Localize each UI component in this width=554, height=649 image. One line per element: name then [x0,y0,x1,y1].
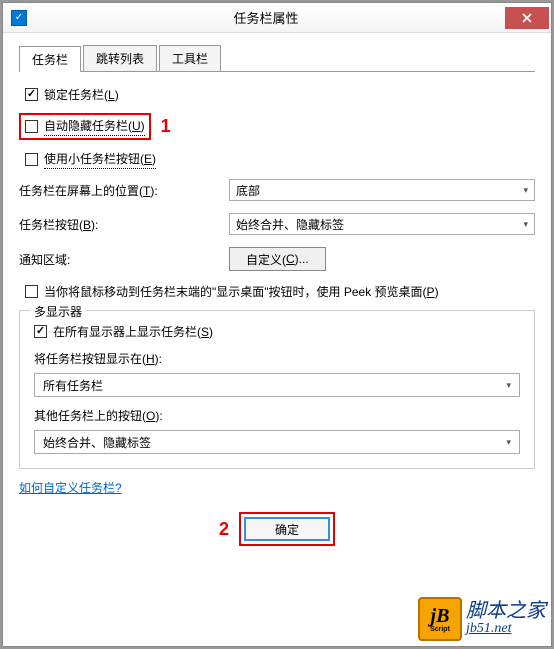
notify-row: 通知区域: 自定义(C)... [19,247,535,271]
annotation-box-1: 自动隐藏任务栏(U) [19,113,151,140]
peek-checkbox[interactable] [25,285,38,298]
tab-toolbars[interactable]: 工具栏 [159,45,221,71]
other-value: 始终合并、隐藏标签 [43,434,151,451]
small-buttons-row: 使用小任务栏按钮(E) [25,150,535,169]
watermark-url: jb51.net [466,621,546,637]
titlebar: ✓ 任务栏属性 [3,3,551,33]
tab-taskbar[interactable]: 任务栏 [19,46,81,72]
showon-label: 将任务栏按钮显示在(H): [34,350,520,367]
customize-button[interactable]: 自定义(C)... [229,247,326,271]
annotation-box-2: 确定 [239,512,335,546]
position-row: 任务栏在屏幕上的位置(T): 底部 ▾ [19,179,535,201]
buttons-label: 任务栏按钮(B): [19,216,229,233]
tab-jumplist[interactable]: 跳转列表 [83,45,157,71]
autohide-checkbox[interactable] [25,120,38,133]
watermark-logo: jB Script [418,597,462,641]
chevron-down-icon: ▾ [523,219,528,230]
lock-taskbar-label[interactable]: 锁定任务栏(L) [44,86,119,103]
small-buttons-label[interactable]: 使用小任务栏按钮(E) [44,150,156,169]
close-icon [522,13,532,23]
buttons-select[interactable]: 始终合并、隐藏标签 ▾ [229,213,535,235]
autohide-row: 自动隐藏任务栏(U) 1 [19,113,535,140]
showon-select[interactable]: 所有任务栏 ▾ [34,373,520,397]
autohide-label[interactable]: 自动隐藏任务栏(U) [44,117,145,136]
chevron-down-icon: ▾ [506,437,511,448]
peek-label[interactable]: 当你将鼠标移动到任务栏末端的"显示桌面"按钮时，使用 Peek 预览桌面(P) [44,283,439,300]
allmonitors-row: 在所有显示器上显示任务栏(S) [34,323,520,340]
watermark: jB Script 脚本之家 jb51.net [418,597,546,641]
small-buttons-checkbox[interactable] [25,153,38,166]
buttons-value: 始终合并、隐藏标签 [236,216,344,233]
dialog-footer: 2 确定 [3,504,551,554]
tab-strip: 任务栏 跳转列表 工具栏 [19,45,535,72]
chevron-down-icon: ▾ [523,185,528,196]
multimonitor-group: 多显示器 在所有显示器上显示任务栏(S) 将任务栏按钮显示在(H): 所有任务栏… [19,310,535,469]
ok-button[interactable]: 确定 [244,517,330,541]
dialog-content: 任务栏 跳转列表 工具栏 锁定任务栏(L) 自动隐藏任务栏(U) 1 使用小任务… [3,33,551,504]
taskbar-properties-window: ✓ 任务栏属性 任务栏 跳转列表 工具栏 锁定任务栏(L) 自动隐藏任务栏(U)… [2,2,552,647]
position-value: 底部 [236,182,260,199]
other-select[interactable]: 始终合并、隐藏标签 ▾ [34,430,520,454]
annotation-number-2: 2 [219,519,229,540]
chevron-down-icon: ▾ [506,380,511,391]
allmonitors-label[interactable]: 在所有显示器上显示任务栏(S) [53,323,213,340]
help-link[interactable]: 如何自定义任务栏? [19,481,122,495]
watermark-text: 脚本之家 [466,601,546,621]
window-title: 任务栏属性 [27,8,505,27]
multimonitor-legend: 多显示器 [30,303,86,320]
position-label: 任务栏在屏幕上的位置(T): [19,182,229,199]
ok-area: 2 确定 [219,512,335,546]
other-label: 其他任务栏上的按钮(O): [34,407,520,424]
allmonitors-checkbox[interactable] [34,325,47,338]
annotation-number-1: 1 [161,116,171,137]
close-button[interactable] [505,7,549,29]
notify-label: 通知区域: [19,251,229,268]
position-select[interactable]: 底部 ▾ [229,179,535,201]
app-icon: ✓ [11,10,27,26]
lock-taskbar-row: 锁定任务栏(L) [25,86,535,103]
lock-taskbar-checkbox[interactable] [25,88,38,101]
showon-value: 所有任务栏 [43,377,103,394]
buttons-row: 任务栏按钮(B): 始终合并、隐藏标签 ▾ [19,213,535,235]
peek-row: 当你将鼠标移动到任务栏末端的"显示桌面"按钮时，使用 Peek 预览桌面(P) [25,283,535,300]
